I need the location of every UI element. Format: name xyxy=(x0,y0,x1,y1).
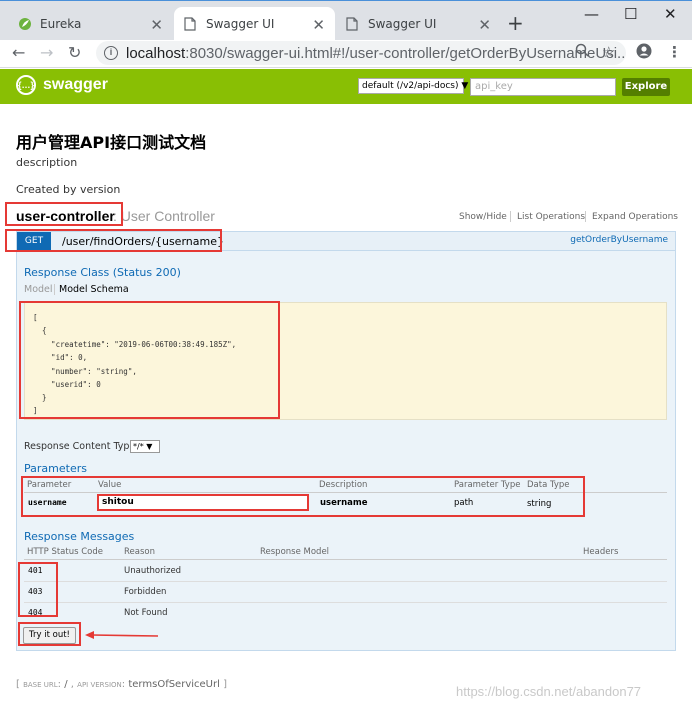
rm-header-headers: Headers xyxy=(583,547,619,557)
api-version-label: API VERSION xyxy=(77,681,122,689)
response-content-type-select[interactable]: */* ▼ xyxy=(130,440,160,453)
info-icon[interactable]: i xyxy=(104,46,118,60)
table-divider xyxy=(24,581,667,582)
api-description: description xyxy=(16,156,78,169)
api-title: 用户管理API接口测试文档 xyxy=(16,133,207,152)
rm-reason: Not Found xyxy=(124,608,168,618)
menu-dots-icon[interactable]: ⋮ xyxy=(667,43,682,61)
tab-swagger-active[interactable]: Swagger UI ✕ xyxy=(174,7,335,41)
link-divider xyxy=(585,211,586,222)
swagger-header: {…} swagger default (/v2/api-docs) ▼ api… xyxy=(0,69,692,104)
url-field[interactable]: i localhost:8030/swagger-ui.html#!/user-… xyxy=(96,41,626,65)
response-messages-title: Response Messages xyxy=(24,530,135,543)
minimize-button[interactable]: — xyxy=(584,5,599,23)
table-divider xyxy=(24,602,667,603)
watermark-text: https://blog.csdn.net/abandon77 xyxy=(456,684,642,699)
rm-header-status-code: HTTP Status Code xyxy=(27,547,104,557)
tab-model-schema[interactable]: Model Schema xyxy=(59,284,129,295)
reload-icon[interactable]: ↻ xyxy=(68,43,81,62)
chevron-down-icon: ▼ xyxy=(146,442,153,451)
annotation-box-schema xyxy=(19,301,280,419)
link-divider xyxy=(510,211,511,222)
close-icon[interactable]: ✕ xyxy=(150,16,163,34)
address-bar: ← → ↻ i localhost:8030/swagger-ui.html#!… xyxy=(0,40,692,68)
show-hide-link[interactable]: Show/Hide xyxy=(459,212,507,222)
chevron-down-icon: ▼ xyxy=(461,81,469,91)
maximize-button[interactable]: ☐ xyxy=(624,5,637,23)
annotation-box-tryit xyxy=(18,622,81,646)
document-icon xyxy=(184,17,198,31)
browser-tab-bar: Eureka ✕ Swagger UI ✕ Swagger UI ✕ + — ☐… xyxy=(0,0,692,41)
response-class-title: Response Class (Status 200) xyxy=(24,266,181,279)
annotation-box-codes xyxy=(18,562,58,617)
url-rest: :8030/swagger-ui.html#!/user-controller/… xyxy=(185,44,626,62)
swagger-logo-icon: {…} xyxy=(16,75,36,95)
response-content-type-value: */* xyxy=(133,442,144,451)
tab-eureka[interactable]: Eureka ✕ xyxy=(8,7,173,41)
table-divider xyxy=(24,559,667,560)
spec-select-value: default (/v2/api-docs) xyxy=(362,81,459,91)
operation-nickname[interactable]: getOrderByUsername xyxy=(570,235,668,245)
rm-reason: Unauthorized xyxy=(124,566,182,576)
tab-swagger[interactable]: Swagger UI ✕ xyxy=(336,7,501,41)
api-key-input[interactable]: api_key xyxy=(470,78,616,96)
rm-header-reason: Reason xyxy=(124,547,155,557)
list-operations-link[interactable]: List Operations xyxy=(517,212,585,222)
back-arrow-icon[interactable]: ← xyxy=(12,43,25,62)
annotation-box-resource xyxy=(5,202,123,226)
annotation-arrow-icon xyxy=(85,631,159,639)
tab-label: Eureka xyxy=(40,17,82,31)
spring-leaf-icon xyxy=(18,17,32,31)
base-url-label: BASE URL xyxy=(23,681,58,689)
expand-operations-link[interactable]: Expand Operations xyxy=(592,212,678,222)
forward-arrow-icon[interactable]: → xyxy=(40,43,53,62)
tab-divider xyxy=(54,284,55,295)
rm-reason: Forbidden xyxy=(124,587,167,597)
swagger-logo[interactable]: {…} swagger xyxy=(16,75,108,95)
zoom-search-icon[interactable] xyxy=(575,43,589,61)
parameters-title: Parameters xyxy=(24,462,87,475)
footer-info: [ BASE URL: / , API VERSION: termsOfServ… xyxy=(16,679,227,690)
rm-header-response-model: Response Model xyxy=(260,547,330,557)
swagger-brand: swagger xyxy=(43,76,108,93)
api-created-by: Created by version xyxy=(16,183,121,196)
spec-select[interactable]: default (/v2/api-docs) ▼ xyxy=(358,78,468,94)
url-host: localhost xyxy=(126,44,186,62)
document-icon xyxy=(346,17,360,31)
response-content-type-label: Response Content Type xyxy=(24,441,136,452)
close-icon[interactable]: ✕ xyxy=(478,16,491,34)
tab-label: Swagger UI xyxy=(206,17,275,31)
explore-button[interactable]: Explore xyxy=(622,78,670,96)
resource-description: : User Controller xyxy=(113,208,215,224)
base-url-value: / xyxy=(64,679,68,690)
close-window-button[interactable]: ✕ xyxy=(664,5,677,23)
tab-label: Swagger UI xyxy=(368,17,437,31)
api-version-value: termsOfServiceUrl xyxy=(128,679,220,690)
tab-model[interactable]: Model xyxy=(24,284,53,295)
annotation-box-value xyxy=(97,494,309,511)
star-icon[interactable]: ☆ xyxy=(602,43,615,61)
annotation-box-path xyxy=(5,229,222,252)
new-tab-button[interactable]: + xyxy=(507,11,524,35)
close-icon[interactable]: ✕ xyxy=(312,16,325,34)
account-icon[interactable] xyxy=(636,43,652,63)
